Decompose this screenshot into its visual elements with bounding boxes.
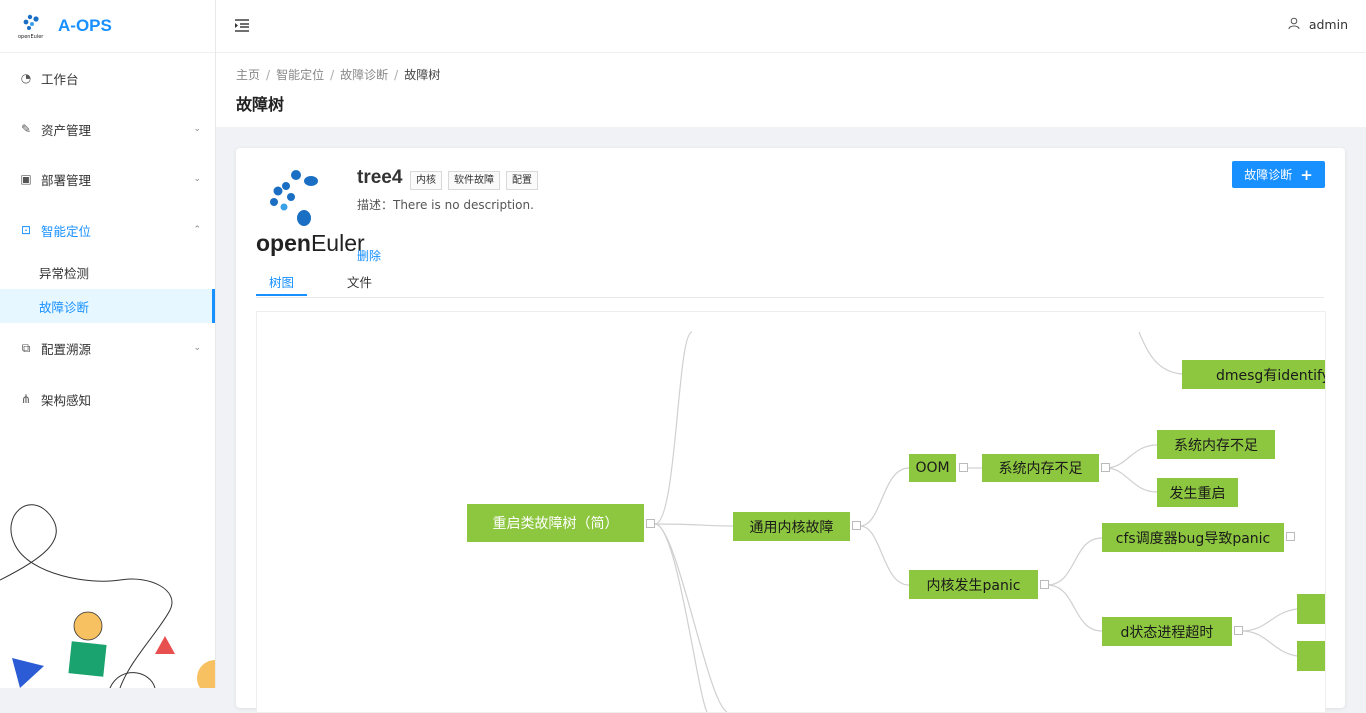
chevron-down-icon: ⌄ [193, 174, 201, 184]
menu-item-workbench[interactable]: ◔ 工作台 [0, 58, 215, 98]
app-title: A-OPS [58, 16, 112, 35]
collapse-toggle[interactable] [959, 463, 968, 472]
breadcrumb-current: 故障树 [404, 68, 441, 82]
tree-name: tree4 [357, 167, 403, 188]
sidebar-item-fault-diagnosis[interactable]: 故障诊断 [0, 289, 215, 323]
menu-item-label: 资产管理 [41, 122, 92, 138]
tree-node-root[interactable]: 重启类故障树（简） [467, 504, 644, 542]
app-logo[interactable]: openEuler A-OPS [0, 0, 215, 53]
tree-tabs: 树图 文件 [256, 267, 1324, 298]
sub-item-label: 故障诊断 [39, 299, 90, 315]
user-icon [1288, 17, 1300, 32]
decorative-shapes [0, 504, 215, 688]
plus-icon: + [1300, 165, 1313, 184]
chevron-down-icon: ⌄ [193, 124, 201, 134]
sidebar-item-anomaly[interactable]: 异常检测 [0, 255, 215, 289]
deploy-icon: ▣ [20, 172, 32, 186]
page-header: 主页 / 智能定位 / 故障诊断 / 故障树 故障树 [216, 53, 1366, 127]
logo-text: openEuler [256, 230, 365, 256]
menu-item-deploy[interactable]: ▣ 部署管理 ⌄ [0, 159, 215, 199]
chevron-down-icon: ⌄ [193, 343, 201, 353]
sub-item-label: 异常检测 [39, 265, 90, 281]
breadcrumb-diagnosis[interactable]: 智能定位 [276, 68, 324, 82]
collapse-toggle[interactable] [1286, 532, 1295, 541]
edit-icon: ✎ [20, 122, 32, 136]
chevron-up-icon: ⌃ [193, 225, 201, 235]
collapse-toggle[interactable] [1040, 580, 1049, 589]
dashboard-icon: ◔ [20, 71, 32, 85]
tree-node-oom[interactable]: OOM [909, 454, 956, 482]
page-title: 故障树 [236, 95, 285, 114]
tag-kernel: 内核 [410, 171, 442, 190]
tree-node-clipped[interactable] [1297, 594, 1325, 624]
menu-item-label: 工作台 [41, 71, 79, 87]
breadcrumb-fault-diagnosis[interactable]: 故障诊断 [340, 68, 388, 82]
tree-node-cfs-panic[interactable]: cfs调度器bug导致panic [1102, 523, 1284, 552]
menu-fold-icon[interactable] [234, 17, 250, 33]
tab-file[interactable]: 文件 [347, 272, 372, 291]
network-icon: ⋔ [20, 392, 32, 406]
tree-node-kernel-panic[interactable]: 内核发生panic [909, 570, 1038, 599]
menu-item-config-trace[interactable]: ⧉ 配置溯源 ⌄ [0, 328, 215, 368]
collapse-toggle[interactable] [852, 521, 861, 530]
cluster-icon: ⧉ [21, 340, 31, 355]
fault-tree-card: openEuler tree4 内核 软件故障 配置 描述：There is n… [236, 148, 1345, 713]
tree-logo: openEuler [256, 166, 365, 261]
fault-tree-canvas[interactable]: 重启类故障树（简） 通用内核故障 OOM 系统内存不足 系统内存不足 发生重启 … [256, 311, 1326, 713]
tree-node-clipped[interactable] [1297, 641, 1325, 671]
collapse-toggle[interactable] [646, 519, 655, 528]
tag-software-fault: 软件故障 [448, 171, 500, 190]
menu-item-architecture[interactable]: ⋔ 架构感知 [0, 379, 215, 419]
openeuler-logo-icon [270, 170, 318, 226]
logo-small-text: openEuler [18, 34, 44, 40]
user-name: admin [1308, 17, 1348, 32]
tree-description: 描述：There is no description. [357, 198, 534, 212]
menu-item-label: 部署管理 [41, 172, 92, 188]
tree-node-d-state-timeout[interactable]: d状态进程超时 [1102, 617, 1232, 646]
lock-icon: ⊡ [20, 223, 32, 237]
menu-item-label: 智能定位 [41, 223, 92, 239]
fault-diagnosis-button[interactable]: 故障诊断 + [1232, 161, 1325, 188]
openeuler-logo-icon: openEuler [18, 11, 48, 41]
breadcrumb: 主页 / 智能定位 / 故障诊断 / 故障树 [236, 68, 441, 82]
tree-node-kernel-fault[interactable]: 通用内核故障 [733, 512, 850, 541]
collapse-toggle[interactable] [1234, 626, 1243, 635]
menu-item-assets[interactable]: ✎ 资产管理 ⌄ [0, 109, 215, 149]
tree-node-system-memory[interactable]: 系统内存不足 [982, 454, 1099, 482]
top-bar: admin [216, 0, 1366, 53]
breadcrumb-home[interactable]: 主页 [236, 68, 260, 82]
tab-tree-graph[interactable]: 树图 [269, 272, 294, 291]
tree-node-dmesg[interactable]: dmesg有identify [1182, 360, 1325, 389]
tree-node-reboot[interactable]: 发生重启 [1157, 478, 1238, 507]
tree-tags: 内核 软件故障 配置 [410, 171, 538, 190]
menu-item-label: 架构感知 [41, 392, 92, 408]
menu-item-label: 配置溯源 [41, 341, 92, 357]
active-tab-indicator [256, 294, 307, 296]
collapse-toggle[interactable] [1101, 463, 1110, 472]
tree-node-system-memory-leaf[interactable]: 系统内存不足 [1157, 430, 1275, 459]
sidebar: openEuler A-OPS ◔ 工作台 ✎ 资产管理 ⌄ ▣ 部署管理 ⌄ … [0, 0, 216, 688]
menu-item-diagnosis[interactable]: ⊡ 智能定位 ⌃ [0, 210, 215, 250]
delete-link[interactable]: 删除 [357, 247, 381, 264]
tag-config: 配置 [506, 171, 538, 190]
user-menu[interactable]: admin [1288, 17, 1348, 32]
